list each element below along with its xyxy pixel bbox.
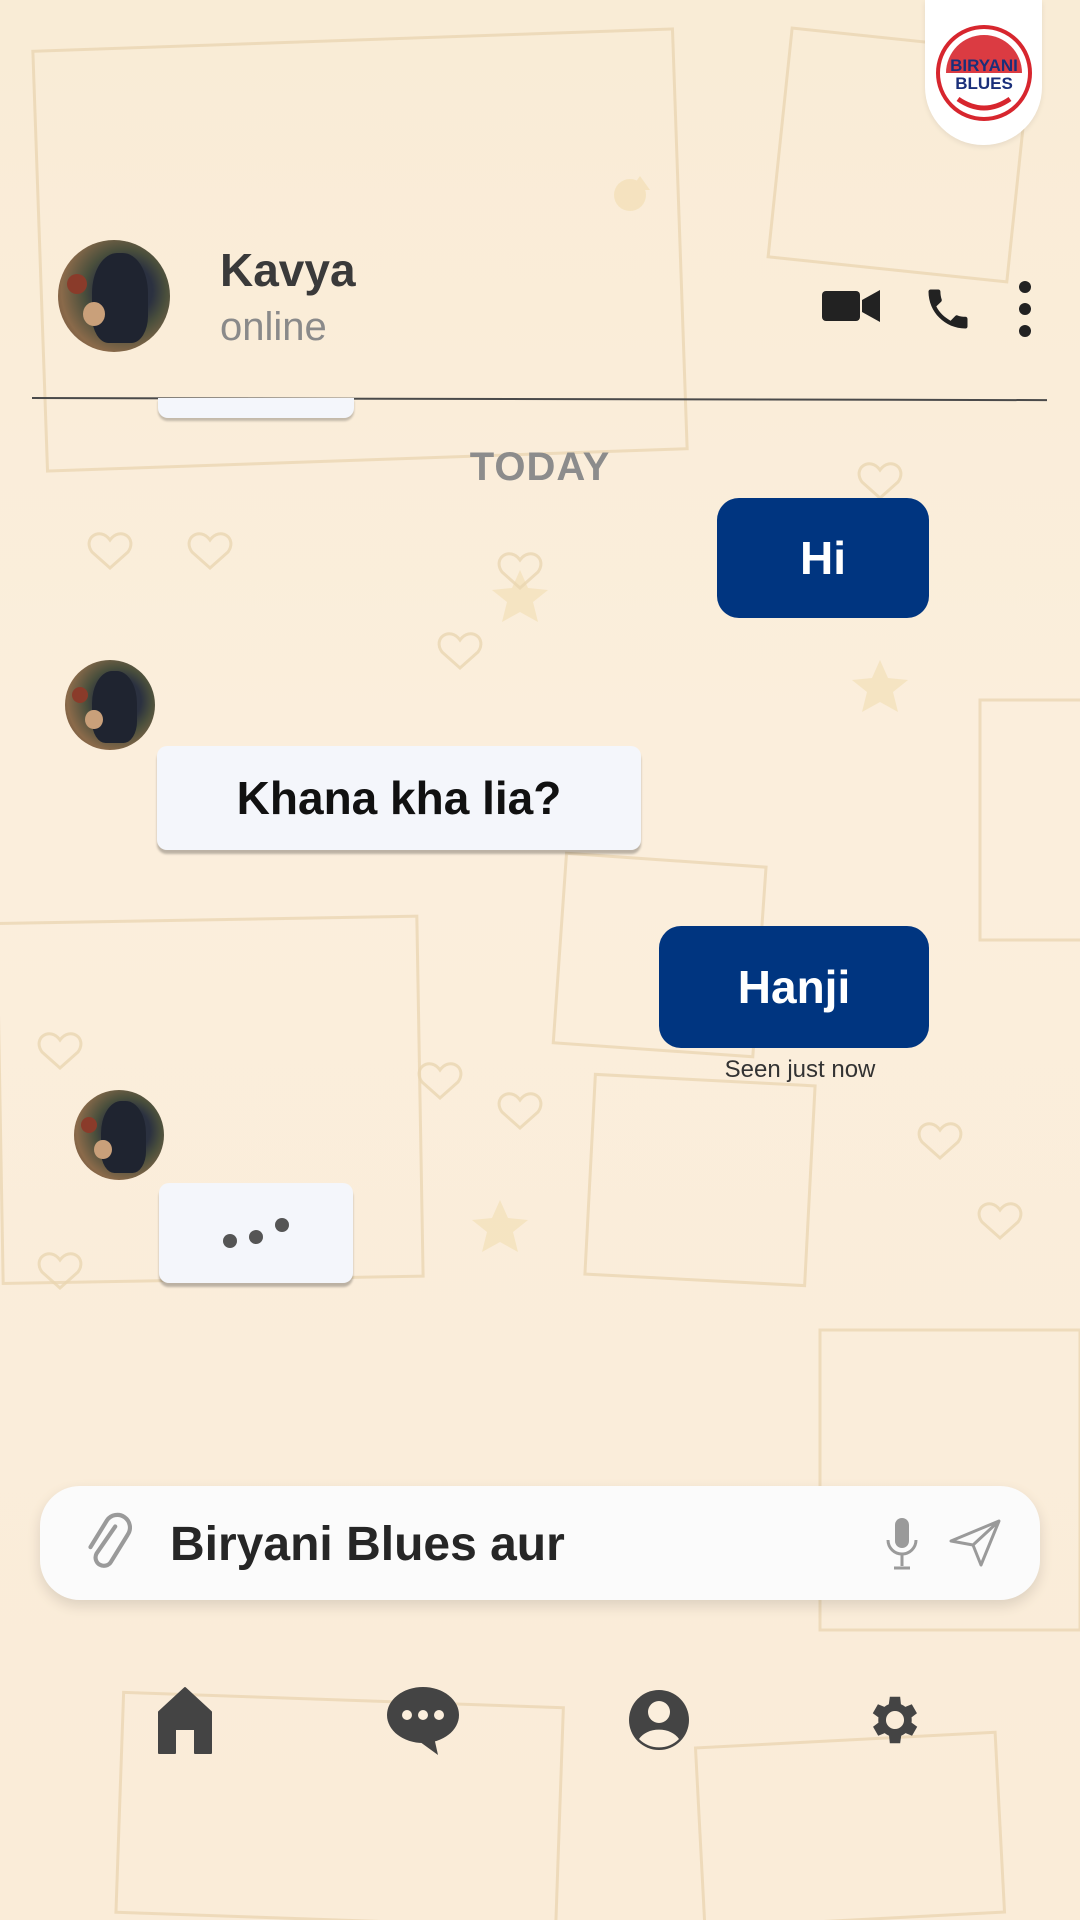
- message-outgoing[interactable]: Hanji: [659, 926, 929, 1048]
- send-icon[interactable]: [948, 1518, 1002, 1568]
- chat-bubble-icon: [387, 1687, 459, 1755]
- date-separator: TODAY: [469, 445, 611, 489]
- typing-dot: [249, 1230, 263, 1244]
- more-vertical-icon[interactable]: [1016, 279, 1034, 339]
- message-outgoing[interactable]: Hi: [717, 498, 929, 618]
- svg-text:BLUES: BLUES: [955, 74, 1013, 93]
- contact-avatar-small: [65, 660, 155, 750]
- nav-profile[interactable]: [614, 1675, 704, 1765]
- phone-icon[interactable]: [922, 283, 974, 335]
- contact-avatar[interactable]: [58, 240, 170, 352]
- typing-dot: [275, 1218, 289, 1232]
- chat-header: Kavya online: [0, 235, 1080, 405]
- svg-text:BIRYANI: BIRYANI: [950, 56, 1018, 75]
- nav-settings[interactable]: [850, 1675, 940, 1765]
- microphone-icon[interactable]: [884, 1516, 920, 1572]
- home-icon: [158, 1687, 212, 1754]
- message-composer: [40, 1486, 1040, 1600]
- brand-logo: BIRYANI BLUES: [925, 0, 1042, 145]
- user-icon: [629, 1690, 689, 1750]
- typing-dot: [223, 1234, 237, 1248]
- biryani-blues-logo-icon: BIRYANI BLUES: [935, 24, 1032, 121]
- message-incoming[interactable]: Khana kha lia?: [157, 746, 641, 850]
- scrolled-message-edge: [158, 398, 354, 418]
- contact-avatar-small: [74, 1090, 164, 1180]
- message-text: Hanji: [737, 961, 851, 1013]
- bottom-navigation: [0, 1675, 1080, 1795]
- message-text: Khana kha lia?: [236, 772, 562, 824]
- video-call-icon[interactable]: [820, 285, 882, 327]
- settings-gear-icon: [872, 1696, 918, 1744]
- message-input[interactable]: [168, 1502, 892, 1586]
- typing-indicator: [159, 1183, 353, 1283]
- nav-home[interactable]: [140, 1675, 230, 1765]
- contact-name: Kavya: [220, 244, 356, 296]
- read-receipt: Seen just now: [724, 1056, 876, 1083]
- attachment-icon[interactable]: [82, 1512, 132, 1574]
- message-text: Hi: [800, 532, 846, 584]
- nav-chats[interactable]: [378, 1675, 468, 1765]
- contact-status: online: [220, 305, 327, 349]
